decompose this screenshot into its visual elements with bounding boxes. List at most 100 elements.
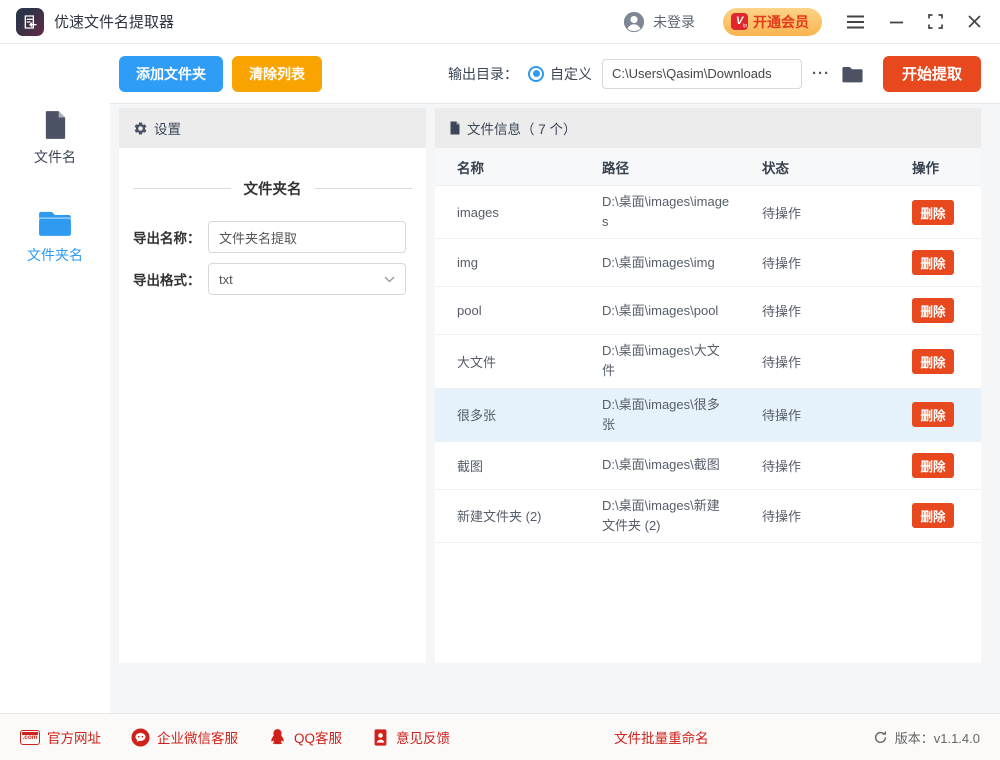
delete-button[interactable]: 删除: [912, 402, 954, 427]
close-button[interactable]: [967, 14, 982, 29]
official-site-link[interactable]: .com 官方网址: [20, 727, 101, 747]
divider-line: [315, 188, 413, 189]
sidebar-item-label: 文件名: [34, 147, 76, 167]
delete-button[interactable]: 删除: [912, 503, 954, 528]
export-name-label: 导出名称：: [133, 227, 208, 247]
row-path: D:\桌面\images\img: [602, 247, 730, 279]
table-row[interactable]: pool D:\桌面\images\pool 待操作 删除: [435, 287, 981, 335]
divider-line: [133, 188, 231, 189]
row-status: 待操作: [762, 301, 912, 320]
table-row[interactable]: 新建文件夹 (2) D:\桌面\images\新建文件夹 (2) 待操作 删除: [435, 490, 981, 543]
row-name: pool: [457, 303, 602, 318]
vip-button[interactable]: Vip 开通会员: [723, 8, 822, 36]
clear-list-button[interactable]: 清除列表: [232, 56, 322, 92]
toolbar: 添加文件夹 清除列表 输出目录： 自定义 ··· 开始提取: [110, 44, 1000, 104]
column-header-status: 状态: [762, 157, 912, 177]
row-path: D:\桌面\images\很多张: [602, 389, 730, 441]
app-logo-icon: [16, 8, 44, 36]
feedback-link[interactable]: 意见反馈: [372, 727, 450, 747]
row-status: 待操作: [762, 506, 912, 525]
wechat-support-label: 企业微信客服: [157, 727, 238, 747]
start-extract-button[interactable]: 开始提取: [883, 56, 981, 92]
maximize-button[interactable]: [928, 14, 943, 29]
official-site-label: 官方网址: [47, 727, 101, 747]
sidebar: 文件名 文件夹名: [0, 44, 110, 713]
row-status: 待操作: [762, 456, 912, 475]
delete-button[interactable]: 删除: [912, 250, 954, 275]
column-header-name: 名称: [457, 157, 602, 177]
export-format-value: txt: [219, 272, 233, 287]
row-name: 大文件: [457, 352, 602, 371]
wechat-icon: [131, 728, 150, 747]
version-info: 版本：v1.1.4.0: [873, 728, 980, 747]
gear-icon: [133, 121, 148, 136]
file-info-panel: 文件信息（ 7 个） 名称 路径 状态 操作: [435, 108, 981, 663]
sidebar-item-filename[interactable]: 文件名: [34, 110, 76, 167]
section-title-label: 文件夹名: [244, 178, 302, 199]
settings-body: 文件夹名 导出名称： 导出格式： txt: [119, 148, 426, 295]
row-name: img: [457, 255, 602, 270]
refresh-icon[interactable]: [873, 730, 888, 745]
table-row[interactable]: img D:\桌面\images\img 待操作 删除: [435, 239, 981, 287]
row-path: D:\桌面\images\images: [602, 186, 730, 238]
delete-button[interactable]: 删除: [912, 200, 954, 225]
export-name-row: 导出名称：: [133, 221, 406, 253]
sidebar-item-foldername[interactable]: 文件夹名: [27, 209, 83, 265]
settings-header-label: 设置: [154, 118, 181, 138]
wechat-support-link[interactable]: 企业微信客服: [131, 727, 238, 747]
table-row[interactable]: 很多张 D:\桌面\images\很多张 待操作 删除: [435, 389, 981, 442]
feedback-label: 意见反馈: [396, 727, 450, 747]
qq-icon: [268, 728, 287, 747]
batch-rename-link[interactable]: 文件批量重命名: [614, 727, 709, 747]
row-action: 删除: [912, 453, 981, 478]
row-name: 截图: [457, 456, 602, 475]
folder-icon: [38, 209, 72, 238]
table-row[interactable]: 截图 D:\桌面\images\截图 待操作 删除: [435, 442, 981, 490]
website-icon: .com: [20, 730, 40, 745]
browse-folder-icon[interactable]: [842, 65, 863, 83]
row-name: images: [457, 205, 602, 220]
version-label: 版本：v1.1.4.0: [895, 728, 980, 747]
export-format-select[interactable]: txt: [208, 263, 406, 295]
row-path: D:\桌面\images\大文件: [602, 335, 730, 387]
row-status: 待操作: [762, 203, 912, 222]
titlebar-actions: 未登录 Vip 开通会员: [623, 8, 982, 36]
file-table: 名称 路径 状态 操作 images D:\桌面\images\images: [435, 148, 981, 663]
output-path-input[interactable]: [602, 59, 802, 89]
row-path: D:\桌面\images\新建文件夹 (2): [602, 490, 730, 542]
vip-icon: Vip: [731, 13, 748, 30]
more-options-button[interactable]: ···: [812, 65, 830, 82]
row-action: 删除: [912, 503, 981, 528]
add-folder-button[interactable]: 添加文件夹: [119, 56, 223, 92]
row-path: D:\桌面\images\截图: [602, 449, 730, 481]
login-status[interactable]: 未登录: [623, 11, 695, 33]
output-dir-label: 输出目录：: [448, 64, 518, 84]
delete-button[interactable]: 删除: [912, 349, 954, 374]
delete-button[interactable]: 删除: [912, 453, 954, 478]
app-title: 优速文件名提取器: [54, 11, 174, 32]
settings-panel: 设置 文件夹名 导出名称： 导出格式：: [119, 108, 426, 663]
qq-support-link[interactable]: QQ客服: [268, 727, 342, 747]
menu-icon[interactable]: [846, 14, 865, 30]
delete-button[interactable]: 删除: [912, 298, 954, 323]
export-format-label: 导出格式：: [133, 269, 208, 289]
row-status: 待操作: [762, 405, 912, 424]
table-header-row: 名称 路径 状态 操作: [435, 148, 981, 186]
footer: .com 官方网址 企业微信客服 QQ客服 意见反馈 文件批量重: [0, 713, 1000, 760]
export-format-row: 导出格式： txt: [133, 263, 406, 295]
table-row[interactable]: 大文件 D:\桌面\images\大文件 待操作 删除: [435, 335, 981, 388]
custom-radio-label[interactable]: 自定义: [550, 64, 592, 84]
row-path: D:\桌面\images\pool: [602, 295, 730, 327]
section-title: 文件夹名: [133, 178, 412, 199]
minimize-button[interactable]: [889, 15, 904, 29]
custom-radio[interactable]: [528, 66, 544, 82]
titlebar: 优速文件名提取器 未登录 Vip 开通会员: [0, 0, 1000, 44]
export-name-input[interactable]: [208, 221, 406, 253]
table-body: images D:\桌面\images\images 待操作 删除 img: [435, 186, 981, 543]
table-row[interactable]: images D:\桌面\images\images 待操作 删除: [435, 186, 981, 239]
row-action: 删除: [912, 200, 981, 225]
settings-panel-header: 设置: [119, 108, 426, 148]
row-action: 删除: [912, 349, 981, 374]
chevron-down-icon: [384, 276, 395, 283]
row-name: 新建文件夹 (2): [457, 506, 602, 525]
